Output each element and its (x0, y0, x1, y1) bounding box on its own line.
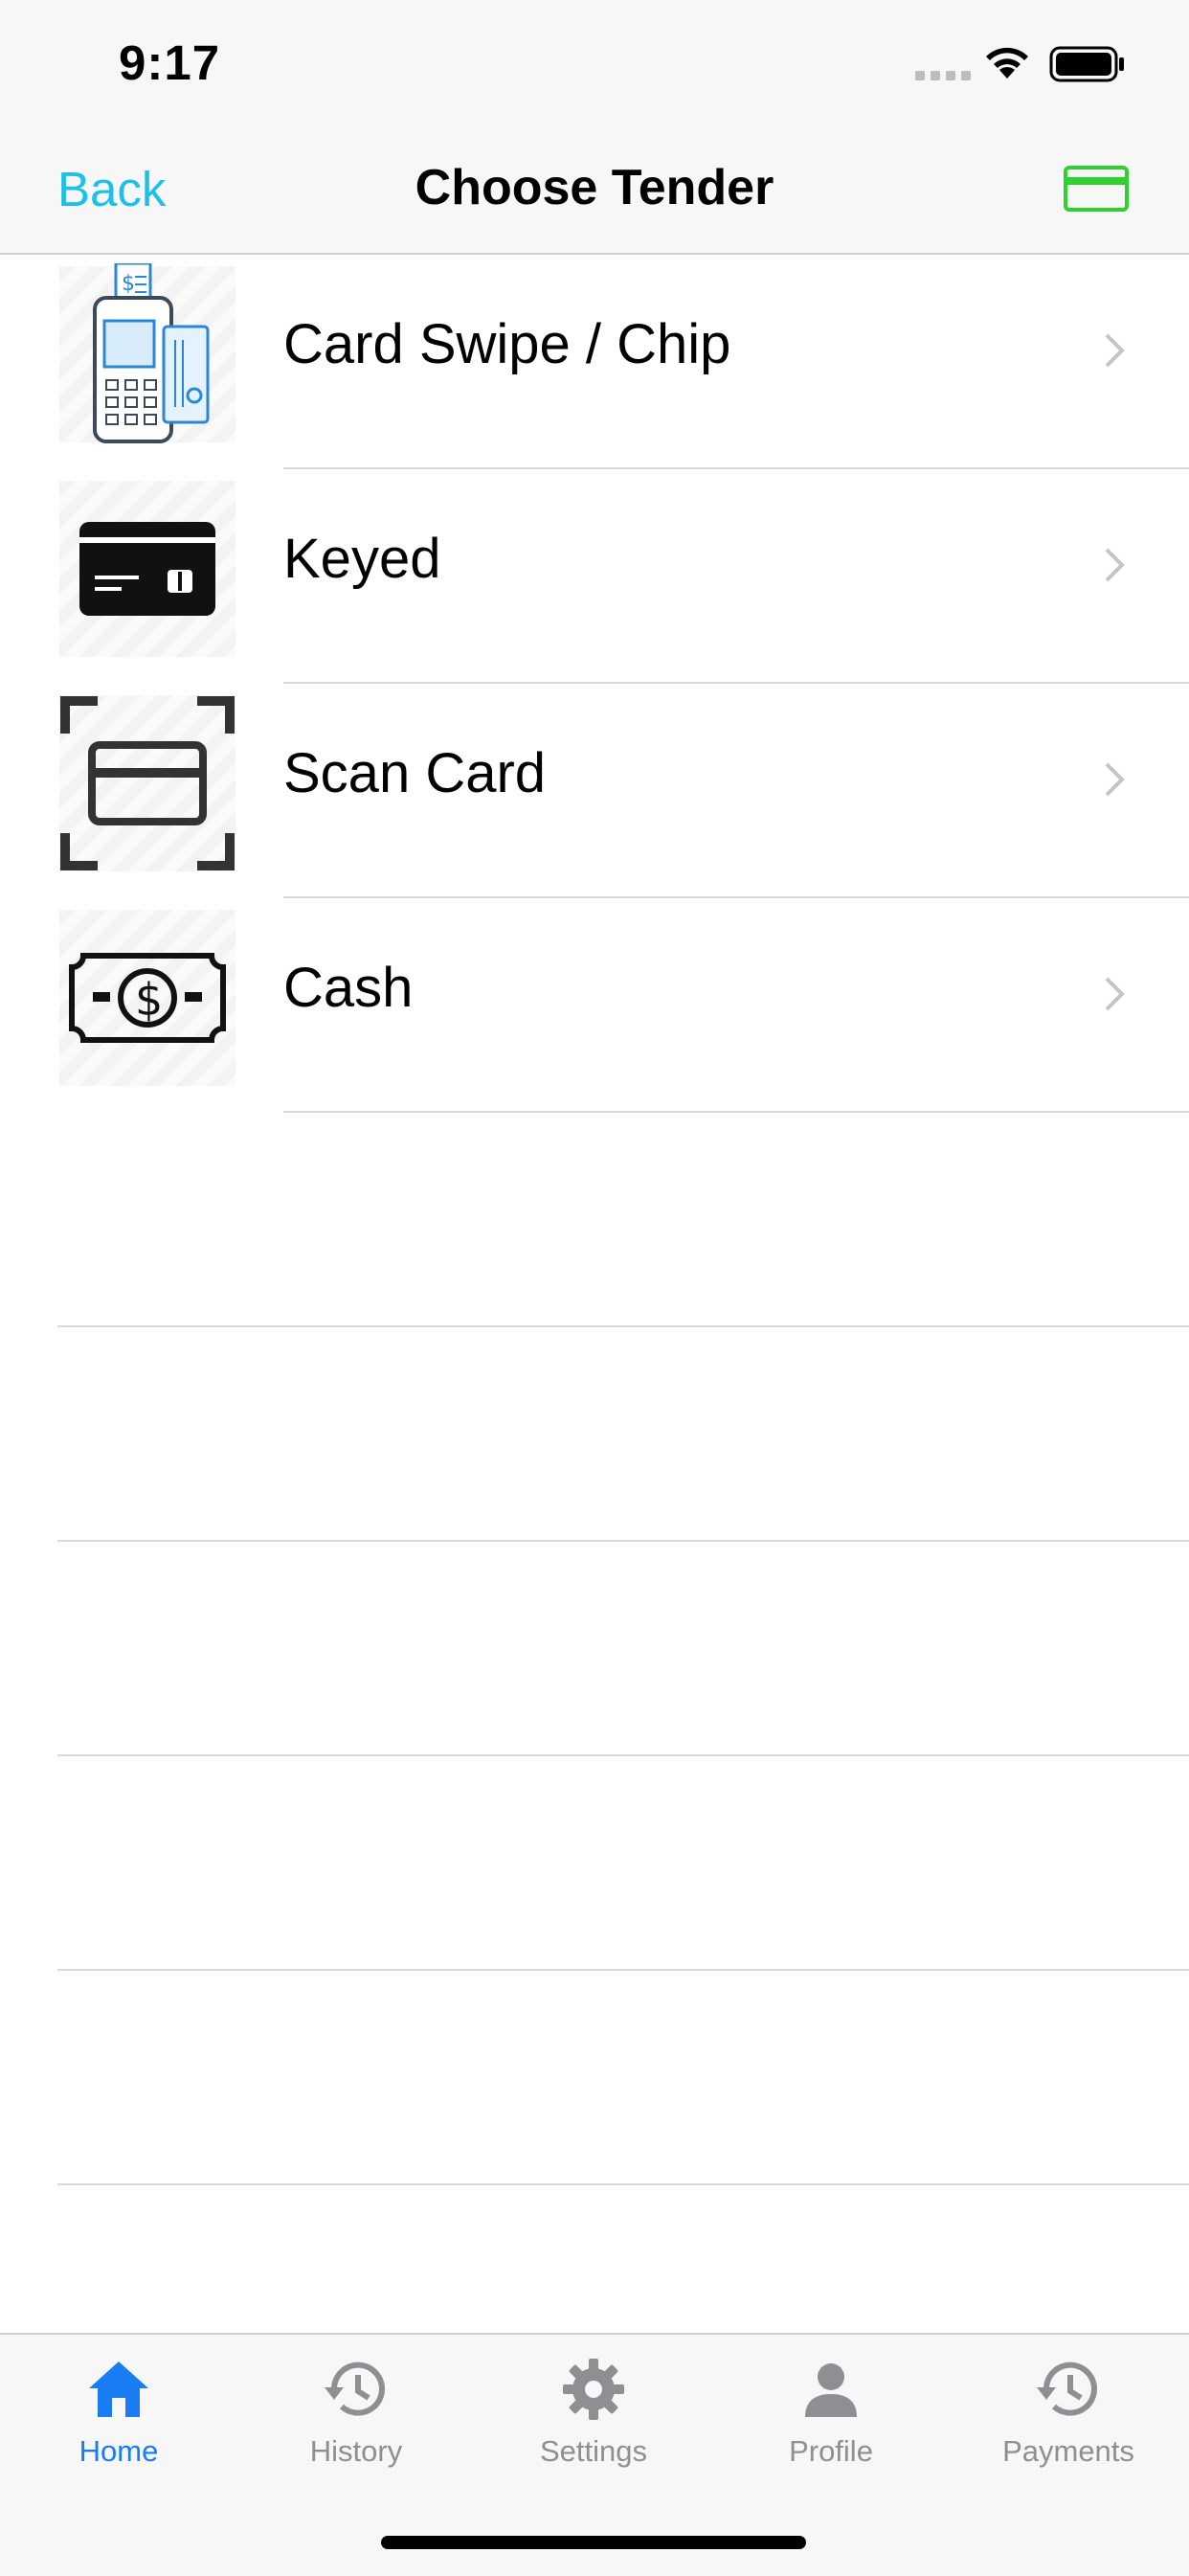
wifi-icon (986, 47, 1028, 79)
home-indicator[interactable] (381, 2536, 806, 2549)
navigation-bar: Back Choose Tender (0, 126, 1189, 255)
credit-card-icon (59, 481, 236, 657)
empty-row (0, 1756, 1189, 1971)
tender-label: Card Swipe / Chip (283, 313, 731, 375)
chevron-right-icon (1105, 333, 1125, 368)
chevron-right-icon (1105, 762, 1125, 797)
cellular-signal-icon (915, 71, 971, 80)
history-icon (1037, 2361, 1097, 2416)
chevron-right-icon (1105, 548, 1125, 582)
tab-label: Home (79, 2434, 159, 2468)
tender-row-scan-card[interactable]: Scan Card (0, 684, 1189, 898)
tab-label: Settings (539, 2434, 647, 2468)
row-separator (57, 2183, 1189, 2185)
tab-profile[interactable]: Profile (712, 2356, 950, 2469)
tender-row-cash[interactable]: $ Cash (0, 898, 1189, 1113)
svg-text:$: $ (135, 974, 163, 1026)
empty-row (0, 1971, 1189, 2185)
tender-label: Scan Card (283, 742, 547, 804)
gear-icon (563, 2359, 624, 2420)
scan-card-icon (59, 695, 236, 871)
tab-settings[interactable]: Settings (475, 2356, 712, 2469)
empty-row (0, 1113, 1189, 1327)
person-icon (805, 2363, 857, 2417)
svg-text:$: $ (122, 272, 135, 296)
cash-icon: $ (59, 910, 236, 1086)
status-time: 9:17 (119, 35, 221, 90)
card-terminal-icon: $ (59, 263, 236, 443)
credit-card-icon[interactable] (1063, 165, 1130, 213)
chevron-right-icon (1105, 977, 1125, 1011)
tender-row-card-swipe[interactable]: $ Card Swipe / Chip (0, 255, 1189, 469)
tender-row-keyed[interactable]: Keyed (0, 469, 1189, 684)
tab-payments[interactable]: Payments (950, 2356, 1187, 2469)
empty-row (0, 1542, 1189, 1756)
status-bar: 9:17 (0, 0, 1189, 126)
tab-label: Profile (789, 2434, 873, 2468)
tab-label: Payments (1002, 2434, 1134, 2468)
tab-label: History (309, 2434, 403, 2468)
history-icon (325, 2361, 385, 2416)
tender-label: Keyed (283, 528, 441, 590)
tab-history[interactable]: History (237, 2356, 475, 2469)
tender-list: $ Card Swipe / Chip Keyed Scan Card $ Ca… (0, 255, 1189, 2185)
tender-label: Cash (283, 957, 414, 1019)
home-icon (89, 2361, 148, 2417)
battery-icon (1049, 46, 1124, 82)
empty-row (0, 1327, 1189, 1542)
page-title: Choose Tender (415, 160, 774, 215)
tab-home[interactable]: Home (0, 2356, 237, 2469)
